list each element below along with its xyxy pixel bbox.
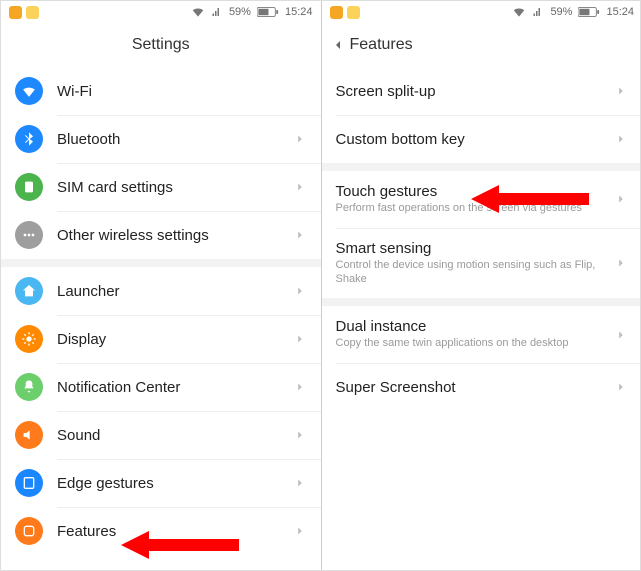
clock-text: 15:24 (285, 6, 313, 18)
wifi-icon (191, 5, 205, 19)
signal-icon (211, 6, 223, 18)
status-app-icon (9, 6, 22, 19)
page-title: Settings (132, 36, 190, 54)
row-launcher[interactable]: Launcher (1, 267, 321, 315)
row-subtitle: Perform fast operations on the screen vi… (336, 202, 615, 216)
status-app-icon (330, 6, 343, 19)
battery-text: 59% (229, 6, 251, 18)
row-label: Display (57, 331, 293, 348)
row-touch-gestures[interactable]: Touch gestures Perform fast operations o… (322, 171, 641, 228)
row-label: Sound (57, 427, 293, 444)
edge-icon (15, 469, 43, 497)
row-subtitle: Control the device using motion sensing … (336, 259, 615, 287)
row-label: Bluetooth (57, 131, 293, 148)
features-icon (15, 517, 43, 545)
row-subtitle: Copy the same twin applications on the d… (336, 337, 615, 351)
sun-icon (15, 325, 43, 353)
chevron-right-icon (614, 192, 628, 206)
status-bar: 59% 15:24 (322, 1, 641, 23)
phone-dual-screenshot: M BIG AN 59% 15:24 Settings (0, 0, 641, 571)
clock-text: 15:24 (606, 6, 634, 18)
status-app-icon (347, 6, 360, 19)
row-other-wireless[interactable]: Other wireless settings (1, 211, 321, 259)
row-sound[interactable]: Sound (1, 411, 321, 459)
row-label: Touch gestures (336, 183, 615, 200)
section-gap (1, 259, 321, 267)
chevron-right-icon (293, 428, 307, 442)
row-label: Edge gestures (57, 475, 293, 492)
row-bluetooth[interactable]: Bluetooth (1, 115, 321, 163)
status-bar: 59% 15:24 (1, 1, 321, 23)
bluetooth-icon (15, 125, 43, 153)
row-smart-sensing[interactable]: Smart sensing Control the device using m… (322, 228, 641, 299)
status-app-icon (26, 6, 39, 19)
bell-icon (15, 373, 43, 401)
battery-text: 59% (550, 6, 572, 18)
header-settings: Settings (1, 23, 321, 67)
chevron-right-icon (293, 228, 307, 242)
chevron-right-icon (614, 256, 628, 270)
back-button[interactable]: Features (330, 23, 413, 66)
chevron-right-icon (614, 328, 628, 342)
row-label: Other wireless settings (57, 227, 293, 244)
wifi-icon (512, 5, 526, 19)
chevron-right-icon (293, 180, 307, 194)
chevron-right-icon (293, 132, 307, 146)
row-label: Custom bottom key (336, 131, 615, 148)
row-label: SIM card settings (57, 179, 293, 196)
row-label: Screen split-up (336, 83, 615, 100)
row-label: Smart sensing (336, 240, 615, 257)
chevron-right-icon (293, 332, 307, 346)
row-label: Super Screenshot (336, 379, 615, 396)
row-label: Wi-Fi (57, 83, 307, 100)
row-label: Notification Center (57, 379, 293, 396)
row-super-screenshot[interactable]: Super Screenshot (322, 363, 641, 411)
chevron-right-icon (293, 380, 307, 394)
chevron-right-icon (293, 476, 307, 490)
row-wifi[interactable]: Wi-Fi (1, 67, 321, 115)
home-icon (15, 277, 43, 305)
chevron-right-icon (614, 132, 628, 146)
battery-icon (257, 6, 279, 18)
speaker-icon (15, 421, 43, 449)
row-sim[interactable]: SIM card settings (1, 163, 321, 211)
row-custom-bottom-key[interactable]: Custom bottom key (322, 115, 641, 163)
row-features[interactable]: Features (1, 507, 321, 555)
row-display[interactable]: Display (1, 315, 321, 363)
chevron-right-icon (293, 284, 307, 298)
row-notification-center[interactable]: Notification Center (1, 363, 321, 411)
header-features: Features (322, 23, 641, 67)
more-icon (15, 221, 43, 249)
row-dual-instance[interactable]: Dual instance Copy the same twin applica… (322, 306, 641, 363)
sim-icon (15, 173, 43, 201)
row-label: Features (57, 523, 293, 540)
wifi-icon (15, 77, 43, 105)
chevron-right-icon (293, 524, 307, 538)
row-edge-gestures[interactable]: Edge gestures (1, 459, 321, 507)
row-label: Dual instance (336, 318, 615, 335)
chevron-right-icon (614, 380, 628, 394)
section-gap (322, 163, 641, 171)
row-screen-split[interactable]: Screen split-up (322, 67, 641, 115)
battery-icon (578, 6, 600, 18)
screen-settings: 59% 15:24 Settings Wi-Fi Bluetooth SIM c… (1, 1, 322, 570)
screen-features: 59% 15:24 Features Screen split-up Custo… (322, 1, 641, 570)
chevron-left-icon (330, 37, 346, 53)
row-label: Launcher (57, 283, 293, 300)
signal-icon (532, 6, 544, 18)
chevron-right-icon (614, 84, 628, 98)
section-gap (322, 298, 641, 306)
page-title: Features (350, 36, 413, 54)
